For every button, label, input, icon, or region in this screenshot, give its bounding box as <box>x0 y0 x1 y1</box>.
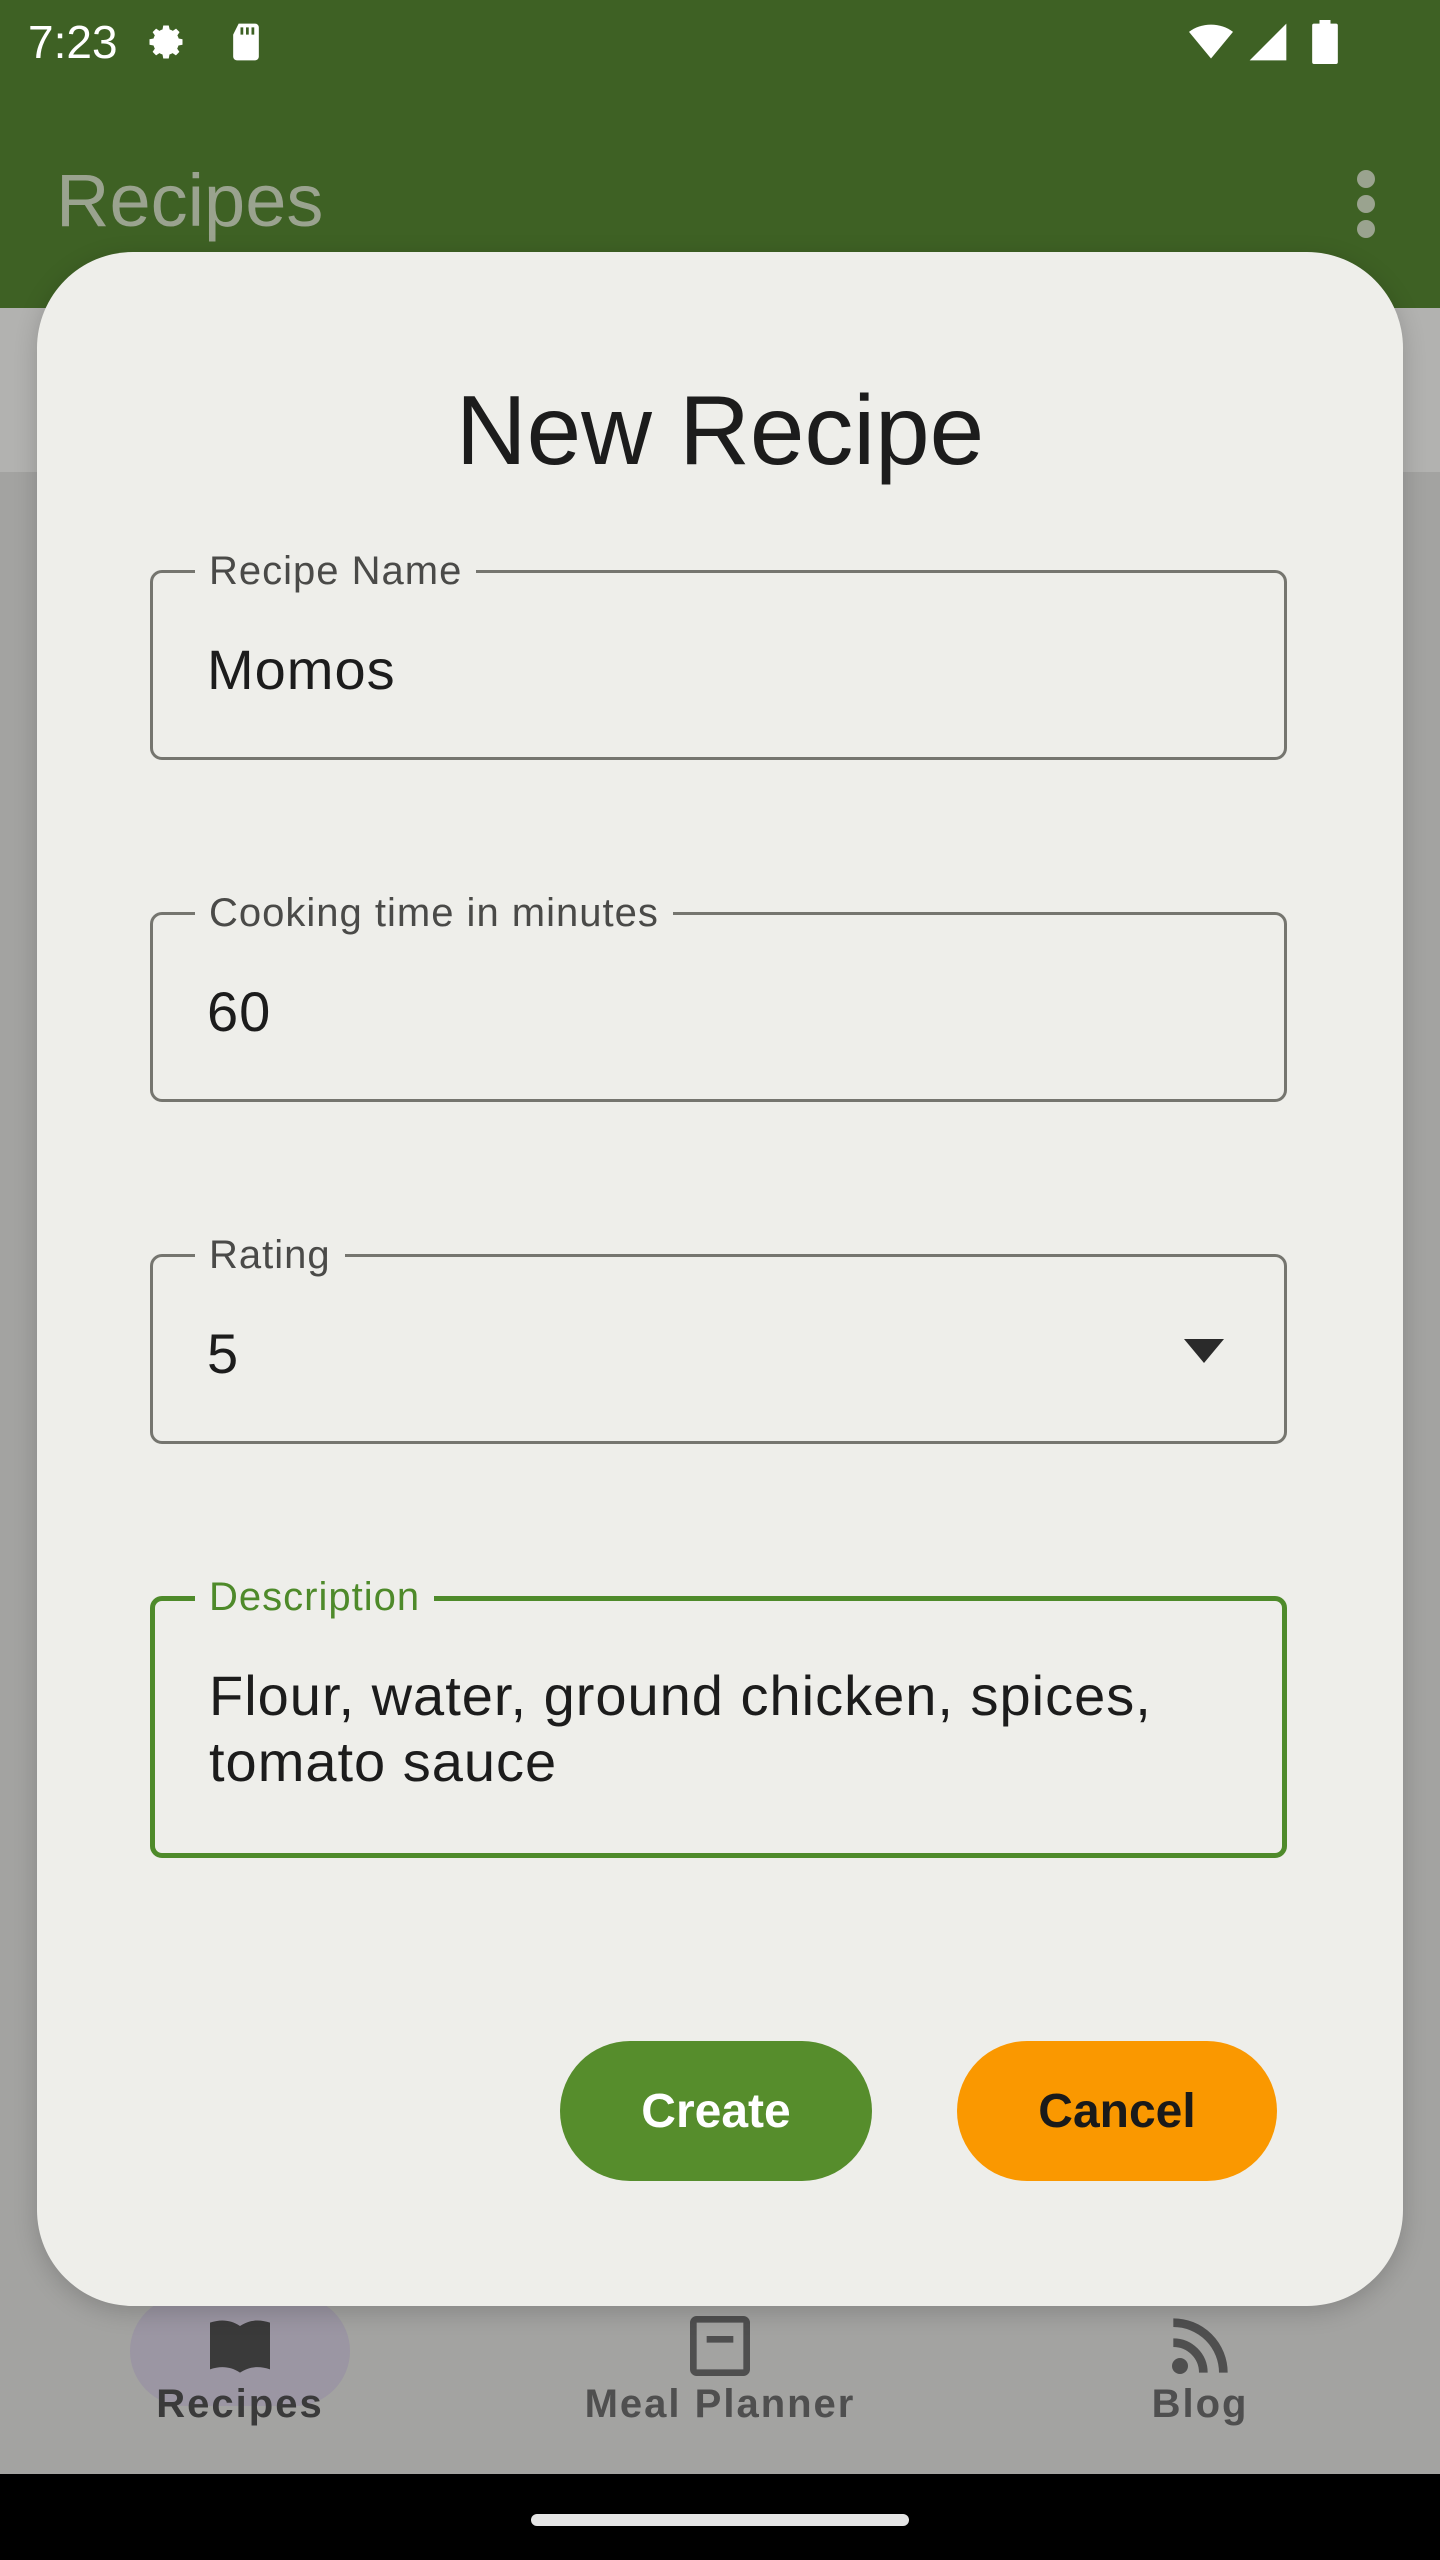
rating-label: Rating <box>195 1231 345 1279</box>
recipe-name-value[interactable]: Momos <box>207 637 396 703</box>
nav-label-meal-planner: Meal Planner <box>584 2382 856 2426</box>
dialog-title: New Recipe <box>455 375 985 485</box>
rating-dropdown[interactable]: Rating 5 <box>150 1231 1287 1444</box>
cooking-time-label: Cooking time in minutes <box>195 889 673 937</box>
status-time: 7:23 <box>28 16 118 68</box>
cell-signal-icon <box>1249 23 1287 61</box>
nav-label-recipes: Recipes <box>156 2382 324 2426</box>
cooking-time-value[interactable]: 60 <box>207 979 271 1045</box>
cancel-button[interactable]: Cancel <box>957 2041 1277 2181</box>
app-title: Recipes <box>56 159 324 242</box>
battery-icon <box>1312 20 1338 64</box>
cooking-time-field[interactable]: Cooking time in minutes 60 <box>150 889 1287 1102</box>
description-label: Description <box>195 1573 435 1621</box>
recipe-name-field[interactable]: Recipe Name Momos <box>150 547 1287 760</box>
book-icon <box>210 2320 270 2373</box>
dropdown-arrow-icon[interactable] <box>1184 1339 1224 1363</box>
settings-icon <box>149 25 183 59</box>
system-gesture-bar <box>0 2474 1440 2560</box>
rating-value[interactable]: 5 <box>207 1321 239 1387</box>
description-field[interactable]: Description Flour, water, ground chicken… <box>150 1573 1287 1858</box>
planner-icon <box>690 2316 750 2376</box>
sd-card-icon <box>233 23 259 61</box>
create-button[interactable]: Create <box>560 2041 872 2181</box>
new-recipe-dialog: New Recipe Recipe Name Momos Cooking tim… <box>37 252 1403 2306</box>
nav-label-blog: Blog <box>1151 2382 1249 2426</box>
description-value[interactable]: Flour, water, ground chicken, spices, to… <box>209 1663 1222 1795</box>
status-bar: 7:23 <box>0 0 1440 84</box>
wifi-icon <box>1189 24 1233 59</box>
more-vert-icon[interactable] <box>1336 164 1396 244</box>
home-gesture-handle[interactable] <box>531 2514 909 2526</box>
recipe-name-label: Recipe Name <box>195 547 477 595</box>
rss-icon <box>1172 2318 1228 2374</box>
